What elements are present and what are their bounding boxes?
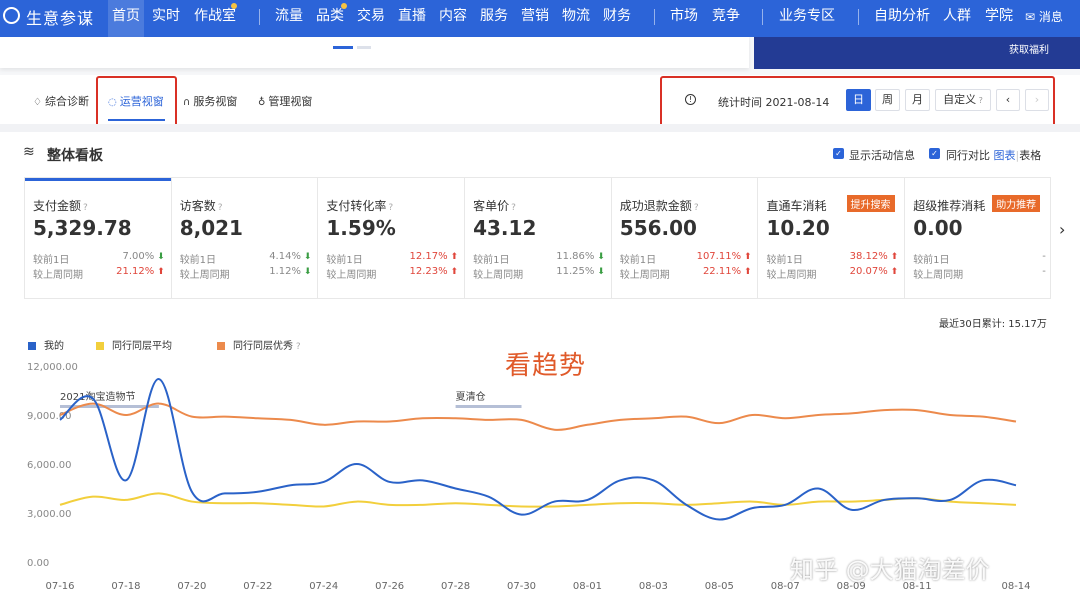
trend-chart: 12,000.009,000.006,000.003,000.000.0007-… <box>27 362 1031 592</box>
event-bar <box>455 405 522 408</box>
series-line-mine <box>59 378 1017 521</box>
x-tick-label: 07-26 <box>375 581 404 592</box>
x-tick-label: 08-01 <box>573 581 602 592</box>
x-tick-label: 08-05 <box>705 581 734 592</box>
x-tick-label: 07-18 <box>111 581 140 592</box>
y-tick-label: 0.00 <box>27 558 49 569</box>
x-tick-label: 08-03 <box>639 581 668 592</box>
annotation-text: 看趋势 <box>505 351 587 381</box>
series-line-top <box>59 402 1017 431</box>
watermark: 知乎 @大猫淘差价 <box>790 556 990 584</box>
y-tick-label: 6,000.00 <box>27 460 72 471</box>
event-label: 夏清仓 <box>456 390 486 403</box>
x-tick-label: 08-14 <box>1001 581 1030 592</box>
y-tick-label: 12,000.00 <box>27 362 78 373</box>
event-label: 2021淘宝造物节 <box>60 390 135 403</box>
x-tick-label: 07-24 <box>309 581 338 592</box>
x-tick-label: 07-30 <box>507 581 536 592</box>
x-tick-label: 07-20 <box>177 581 206 592</box>
x-tick-label: 07-16 <box>45 581 74 592</box>
y-tick-label: 3,000.00 <box>27 509 72 520</box>
x-tick-label: 07-22 <box>243 581 272 592</box>
x-tick-label: 07-28 <box>441 581 470 592</box>
